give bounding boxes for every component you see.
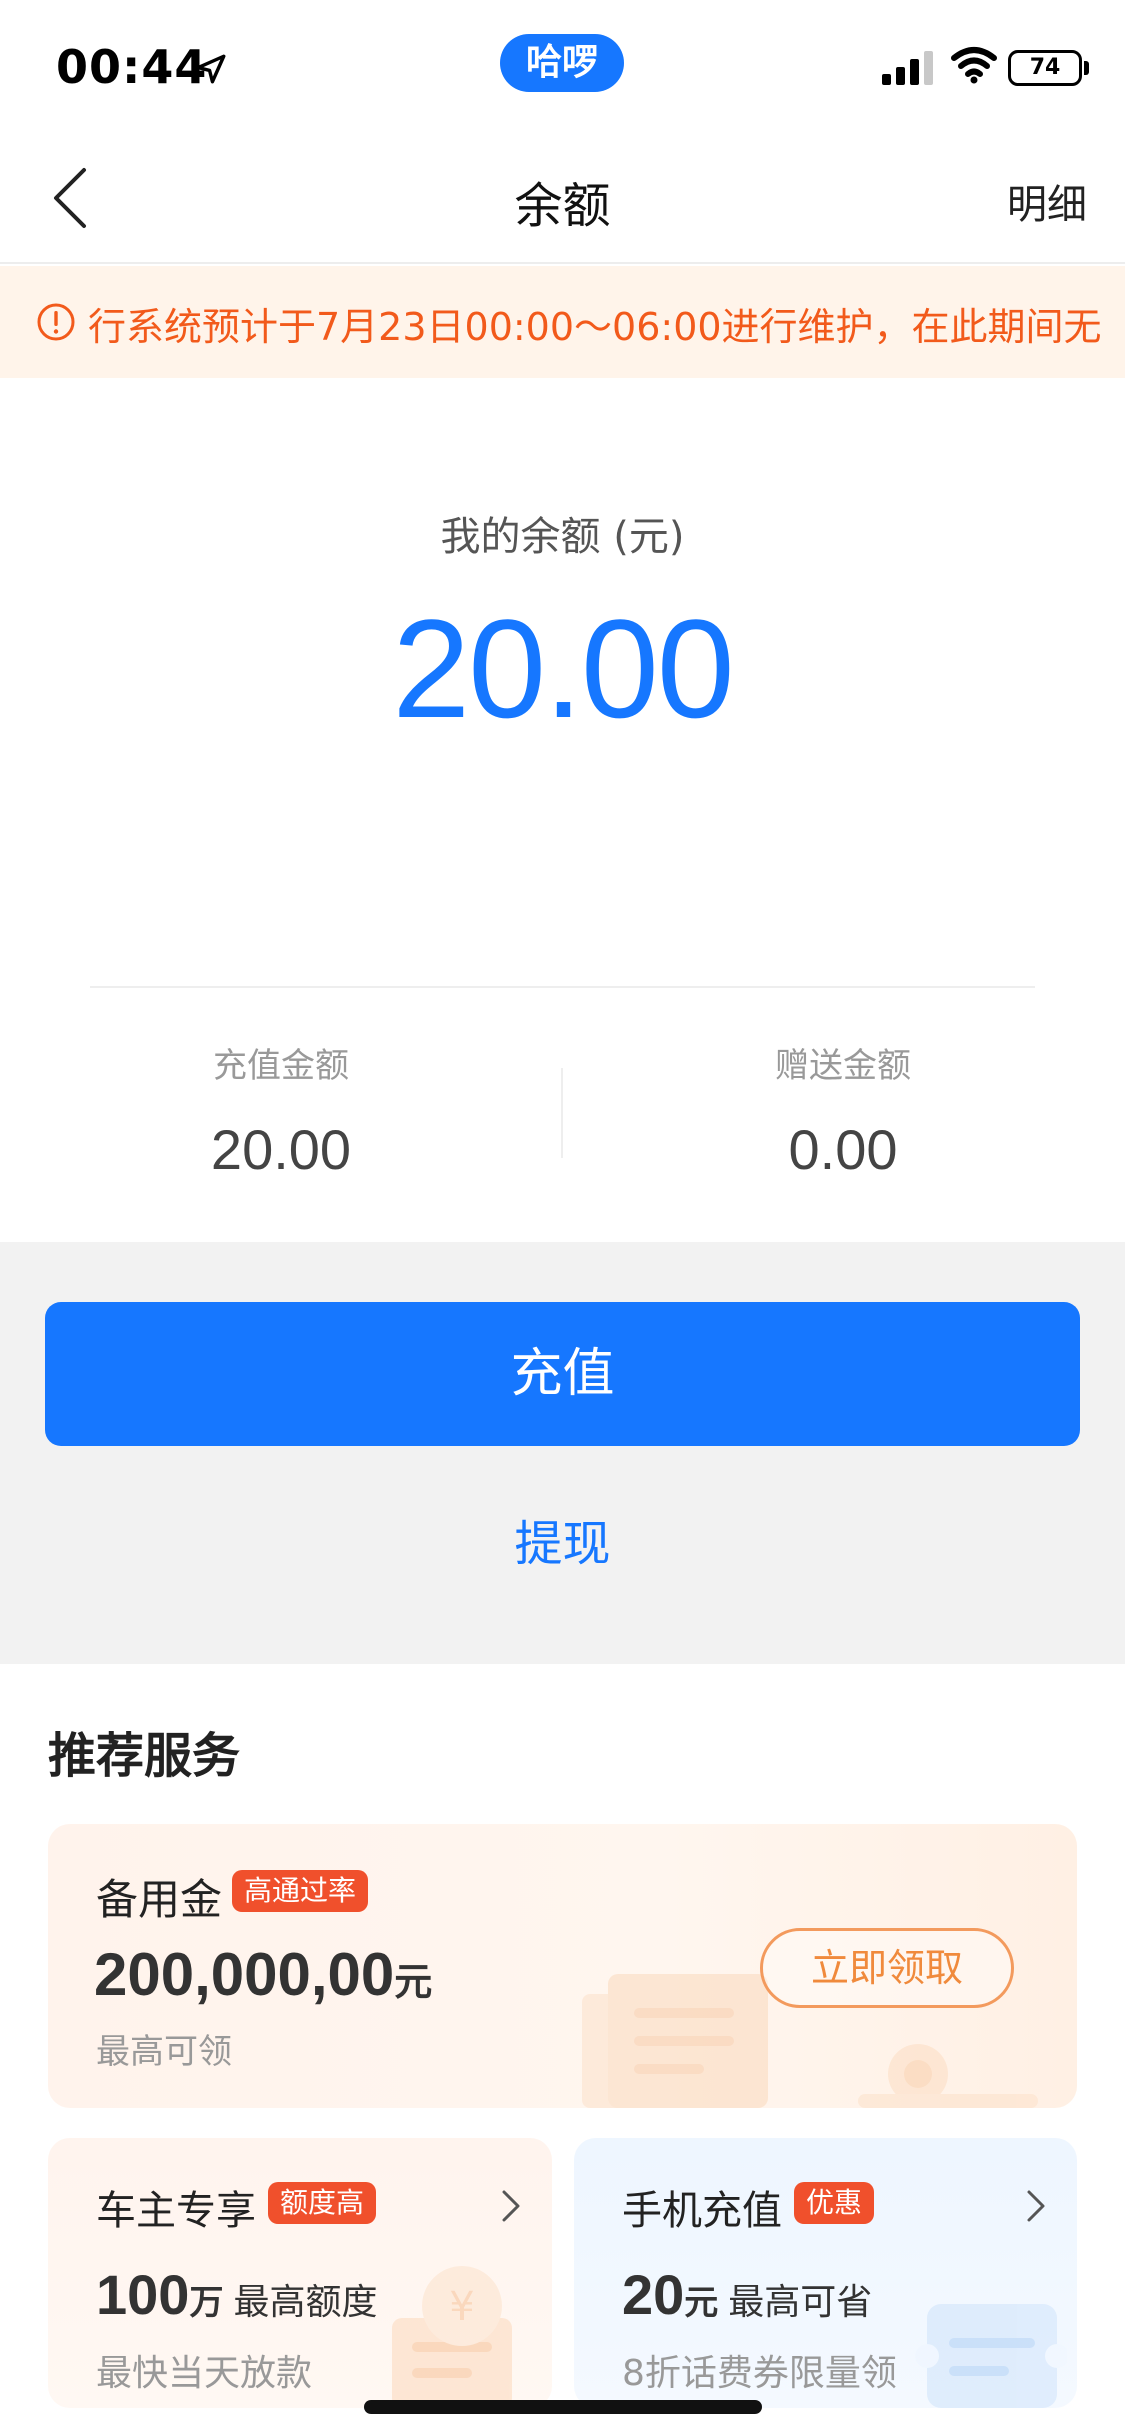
location-arrow-icon: [196, 54, 226, 84]
withdraw-link[interactable]: 提现: [0, 1504, 1125, 1574]
phone-recharge-title: 手机充值: [622, 2188, 782, 2234]
balance-amount: 20.00: [392, 590, 734, 747]
car-owner-amount: 100万 最高额度: [96, 2262, 377, 2327]
phone-recharge-card[interactable]: 手机充值 优惠 20元 最高可省 8折话费券限量领: [574, 2138, 1077, 2408]
home-indicator[interactable]: [364, 2400, 762, 2414]
discount-badge: 优惠: [794, 2182, 875, 2224]
reserve-fund-amount: 200,000,00元: [94, 1940, 432, 2009]
balance-label: 我的余额 (元): [440, 514, 685, 560]
alert-circle-icon: [37, 303, 75, 341]
car-owner-card[interactable]: ¥ 车主专享 额度高 100万 最高额度 最快当天放款: [48, 2138, 552, 2408]
car-owner-amount-number: 100: [96, 2263, 190, 2326]
status-bar: 00:44 哈啰 74: [0, 0, 1125, 132]
high-limit-badge: 额度高: [268, 2182, 377, 2224]
recharge-amount-label: 充值金额: [213, 1046, 349, 1086]
car-owner-subtitle: 最快当天放款: [96, 2353, 313, 2394]
action-area: 充值 提现: [0, 1242, 1125, 1664]
detail-link[interactable]: 明细: [1007, 172, 1087, 230]
page-title: 余额: [514, 178, 611, 234]
svg-text:¥: ¥: [449, 2284, 474, 2330]
reserve-fund-subtitle: 最高可领: [96, 2032, 232, 2072]
divider: [90, 986, 1035, 988]
cellular-signal-icon: [882, 51, 933, 85]
gift-amount-value: 0.00: [788, 1118, 898, 1181]
nav-bar: 余额 明细: [0, 132, 1125, 264]
phone-recharge-amount-number: 20: [622, 2263, 685, 2326]
claim-now-button[interactable]: 立即领取: [760, 1928, 1014, 2008]
status-time: 00:44: [56, 40, 208, 94]
gift-amount-block: 赠送金额 0.00: [562, 1038, 1124, 1182]
app-pill[interactable]: 哈啰: [500, 34, 624, 92]
recharge-button[interactable]: 充值: [45, 1302, 1080, 1446]
recharge-amount-block: 充值金额 20.00: [0, 1038, 562, 1182]
recommended-services: 推荐服务 备用金 高通过率 200,000,00元 最高可领 立即领取 ¥ 车主…: [0, 1664, 1125, 2436]
battery-indicator: 74: [1008, 50, 1082, 86]
section-title: 推荐服务: [48, 1728, 241, 1784]
chevron-right-icon: [502, 2190, 520, 2222]
phone-recharge-amount-unit: 元: [684, 2284, 719, 2322]
car-owner-amount-desc: 最高额度: [233, 2281, 378, 2322]
yuan-coin-illustration-icon: ¥: [392, 2266, 512, 2408]
notice-text: 行系统预计于7月23日00:00～06:00进行维护，在此期间无: [88, 305, 1102, 349]
recharge-amount-value: 20.00: [210, 1118, 352, 1181]
phone-recharge-subtitle: 8折话费券限量领: [622, 2353, 897, 2394]
coupon-illustration-icon: [915, 2304, 1067, 2408]
balance-card: 我的余额 (元) 20.00 充值金额 20.00 赠送金额 0.00: [0, 378, 1125, 1242]
reserve-amount-unit: 元: [394, 1962, 433, 2004]
battery-tip: [1084, 61, 1089, 75]
wifi-icon: [951, 47, 997, 84]
phone-recharge-amount-desc: 最高可省: [728, 2281, 873, 2322]
car-owner-title: 车主专享: [96, 2188, 256, 2234]
car-owner-amount-unit: 万: [189, 2284, 224, 2322]
phone-recharge-amount: 20元 最高可省: [622, 2262, 872, 2327]
gift-amount-label: 赠送金额: [775, 1046, 911, 1086]
maintenance-notice[interactable]: 行系统预计于7月23日00:00～06:00进行维护，在此期间无: [0, 266, 1125, 378]
reserve-fund-title: 备用金: [96, 1875, 223, 1924]
reserve-amount-number: 200,000,00: [94, 1941, 395, 2008]
chevron-right-icon: [1027, 2190, 1045, 2222]
pass-rate-badge: 高通过率: [232, 1870, 369, 1912]
reserve-fund-card[interactable]: 备用金 高通过率 200,000,00元 最高可领 立即领取: [48, 1824, 1077, 2108]
